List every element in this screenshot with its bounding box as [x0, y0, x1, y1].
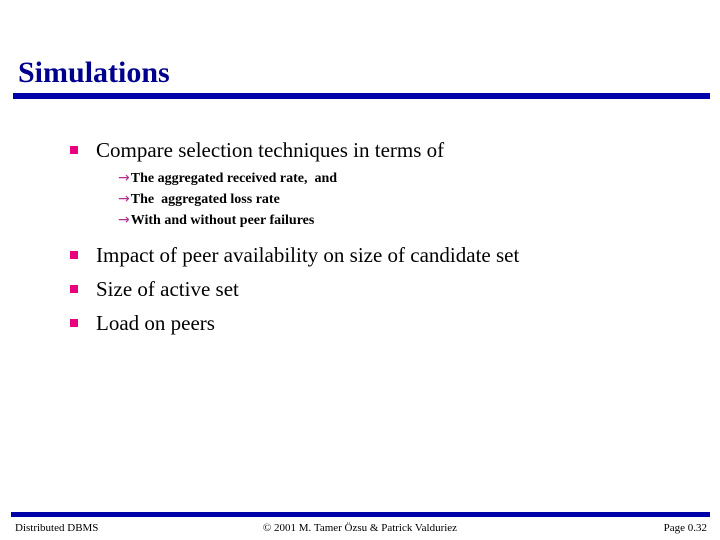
- bullet-label: Size of active set: [96, 277, 239, 301]
- square-bullet-icon: [70, 146, 78, 154]
- sub-bullet-item: → The aggregated received rate, and: [118, 170, 710, 187]
- sub-bullet-list: → The aggregated received rate, and → Th…: [118, 170, 710, 229]
- footer-page-number: Page 0.32: [663, 522, 707, 534]
- bullet-label: Load on peers: [96, 311, 215, 335]
- slide: Simulations Compare selection techniques…: [0, 0, 720, 540]
- title-divider: [13, 93, 710, 99]
- bullet-item: Impact of peer availability on size of c…: [70, 241, 710, 269]
- sub-bullet-label: The aggregated received rate, and: [130, 171, 338, 186]
- arrow-right-icon: →: [118, 170, 130, 186]
- sub-bullet-item: → With and without peer failures: [118, 212, 710, 229]
- footer-divider: [11, 512, 710, 517]
- bullet-item: Load on peers: [70, 309, 710, 337]
- sub-bullet-label: With and without peer failures: [130, 213, 315, 228]
- arrow-right-icon: →: [118, 212, 130, 228]
- bullet-item: Size of active set: [70, 275, 710, 303]
- page-title: Simulations: [18, 56, 170, 89]
- bullet-label: Impact of peer availability on size of c…: [96, 243, 520, 267]
- bullet-label: Compare selection techniques in terms of: [96, 138, 445, 162]
- square-bullet-icon: [70, 251, 78, 259]
- arrow-right-icon: →: [118, 191, 130, 207]
- sub-bullet-item: → The aggregated loss rate: [118, 191, 710, 208]
- square-bullet-icon: [70, 319, 78, 327]
- footer-copyright-label: © 2001 M. Tamer Özsu & Patrick Valduriez: [262, 522, 458, 534]
- sub-bullet-label: The aggregated loss rate: [130, 192, 280, 207]
- square-bullet-icon: [70, 285, 78, 293]
- slide-body: Compare selection techniques in terms of…: [70, 136, 710, 343]
- bullet-item: Compare selection techniques in terms of: [70, 136, 710, 164]
- footer: Distributed DBMS © 2001 M. Tamer Özsu & …: [0, 521, 720, 539]
